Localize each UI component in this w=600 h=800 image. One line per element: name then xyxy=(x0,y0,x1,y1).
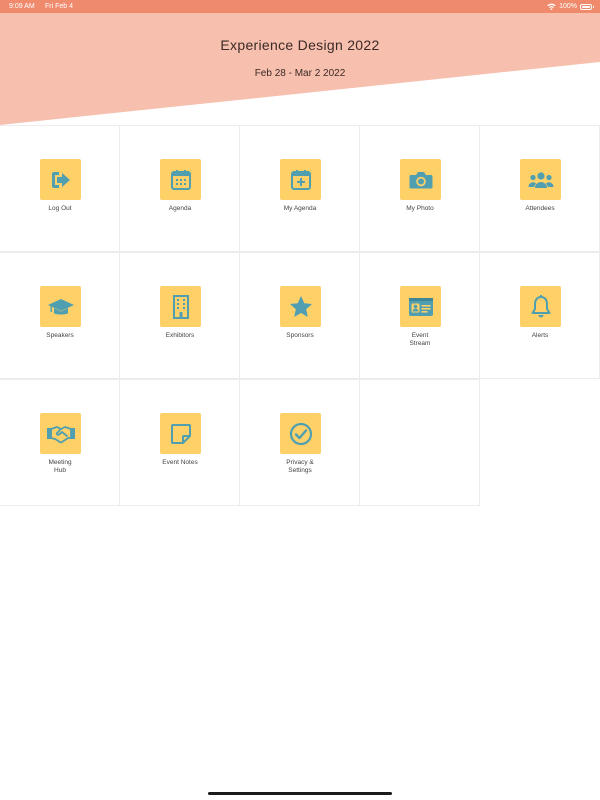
tile-my-photo[interactable]: My Photo xyxy=(360,125,480,252)
battery-icon xyxy=(580,3,594,10)
tile-label: Privacy & Settings xyxy=(286,459,314,474)
tile-label: Agenda xyxy=(168,205,192,212)
tile-label: My Agenda xyxy=(283,205,317,212)
tile-label: Meeting Hub xyxy=(48,459,72,474)
tile-agenda[interactable]: Agenda xyxy=(120,125,240,252)
camera-icon xyxy=(400,159,441,200)
building-icon xyxy=(160,286,201,327)
tile-my-agenda[interactable]: My Agenda xyxy=(240,125,360,252)
tile-label: Alerts xyxy=(531,332,549,339)
tile-exhibitors[interactable]: Exhibitors xyxy=(120,252,240,379)
status-indicators: 100% xyxy=(547,0,594,13)
tile-event-notes[interactable]: Event Notes xyxy=(120,379,240,506)
tile-label: Sponsors xyxy=(286,332,314,339)
tile-label: Attendees xyxy=(525,205,555,212)
app-screen: 9:09 AM Fri Feb 4 100% Experience Design… xyxy=(0,0,600,800)
event-dates: Feb 28 - Mar 2 2022 xyxy=(254,68,346,79)
tile-speakers[interactable]: Speakers xyxy=(0,252,120,379)
tile-meeting-hub[interactable]: Meeting Hub xyxy=(0,379,120,506)
check-circle-icon xyxy=(280,413,321,454)
tile-sponsors[interactable]: Sponsors xyxy=(240,252,360,379)
tile-log-out[interactable]: Log Out xyxy=(0,125,120,252)
status-bar: 9:09 AM Fri Feb 4 100% xyxy=(0,0,600,13)
calendar-plus-icon xyxy=(280,159,321,200)
empty-tile xyxy=(360,379,480,506)
tile-privacy-settings[interactable]: Privacy & Settings xyxy=(240,379,360,506)
sticky-note-icon xyxy=(160,413,201,454)
tile-label: Event Notes xyxy=(162,459,198,466)
logout-icon xyxy=(40,159,81,200)
users-icon xyxy=(520,159,561,200)
tile-alerts[interactable]: Alerts xyxy=(480,252,600,379)
tile-event-stream[interactable]: Event Stream xyxy=(360,252,480,379)
star-icon xyxy=(280,286,321,327)
tile-label: Exhibitors xyxy=(165,332,195,339)
event-header: Experience Design 2022 Feb 28 - Mar 2 20… xyxy=(0,13,600,126)
calendar-icon xyxy=(160,159,201,200)
event-title: Experience Design 2022 xyxy=(220,37,380,53)
tile-attendees[interactable]: Attendees xyxy=(480,125,600,252)
bell-icon xyxy=(520,286,561,327)
handshake-icon xyxy=(40,413,81,454)
tile-label: Event Stream xyxy=(409,332,431,347)
status-time: 9:09 AM xyxy=(9,3,35,10)
status-date: Fri Feb 4 xyxy=(45,3,74,10)
id-card-icon xyxy=(400,286,441,327)
tile-label: Log Out xyxy=(48,205,72,212)
graduation-cap-icon xyxy=(40,286,81,327)
battery-percent: 100% xyxy=(559,3,577,10)
tile-label: My Photo xyxy=(406,205,434,212)
tile-label: Speakers xyxy=(46,332,74,339)
home-indicator[interactable] xyxy=(208,792,392,795)
wifi-icon xyxy=(547,3,556,10)
